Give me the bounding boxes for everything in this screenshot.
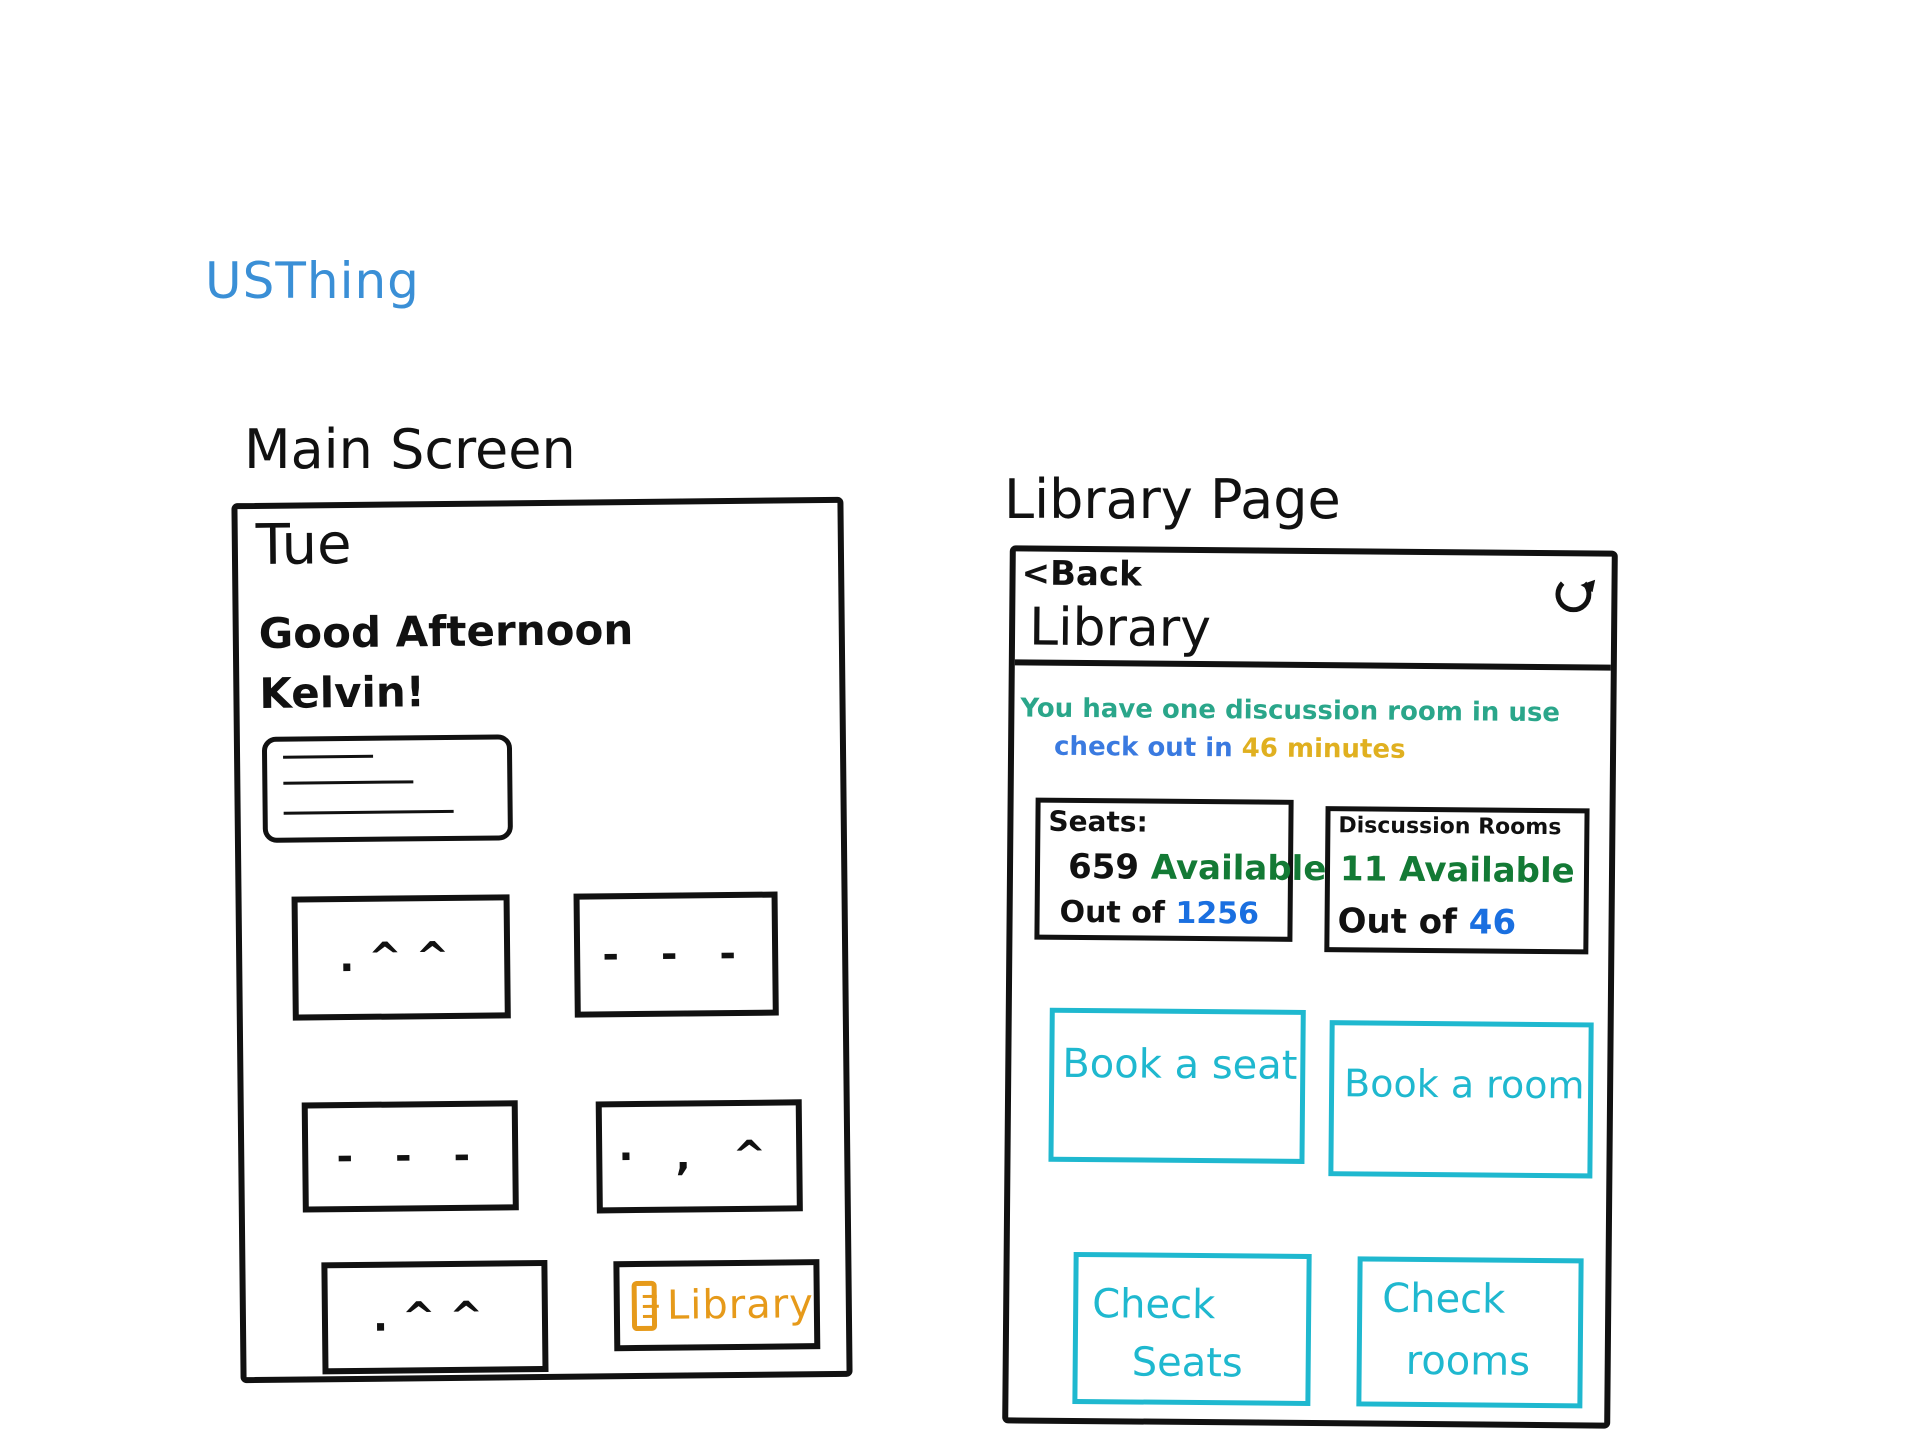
feature-tile-3[interactable]: - - -: [301, 1100, 519, 1213]
feature-tile-4[interactable]: · , ^: [595, 1099, 803, 1214]
check-rooms-line-2: rooms: [1405, 1337, 1531, 1385]
book-seat-label: Book a seat: [1062, 1040, 1298, 1089]
main-screen-title: Main Screen: [244, 418, 576, 481]
rooms-out-of: Out of: [1337, 901, 1458, 943]
rooms-label: Discussion Rooms: [1338, 813, 1562, 841]
rooms-available-count: 11: [1339, 849, 1388, 890]
rooms-stat-card: Discussion Rooms 11 Available Out of 46: [1324, 806, 1590, 955]
main-screen-frame: Tue Good Afternoon Kelvin! .^^ - - - - -…: [231, 496, 853, 1384]
check-seats-button[interactable]: Check Seats: [1072, 1251, 1312, 1407]
book-room-button[interactable]: Book a room: [1328, 1020, 1594, 1179]
room-in-use-message: You have one discussion room in use: [1020, 693, 1561, 729]
library-page-title: Library Page: [1004, 468, 1341, 531]
day-label: Tue: [255, 511, 352, 578]
refresh-icon[interactable]: [1555, 576, 1592, 613]
book-icon: [631, 1280, 659, 1332]
check-seats-line-2: Seats: [1131, 1339, 1243, 1387]
library-heading: Library: [1028, 597, 1212, 660]
rooms-available: 11 Available: [1340, 849, 1575, 891]
check-rooms-button[interactable]: Check rooms: [1356, 1256, 1584, 1409]
book-seat-button[interactable]: Book a seat: [1048, 1007, 1306, 1164]
seats-total: Out of 1256: [1059, 895, 1259, 932]
library-tile-label: Library: [666, 1281, 815, 1329]
library-tile[interactable]: Library: [613, 1259, 821, 1352]
check-rooms-line-1: Check: [1382, 1275, 1506, 1323]
rooms-available-word: Available: [1399, 849, 1575, 892]
book-room-label: Book a room: [1343, 1061, 1585, 1108]
seats-out-of: Out of: [1059, 894, 1166, 931]
checkout-minutes: 46 minutes: [1241, 733, 1406, 765]
rooms-total: Out of 46: [1337, 901, 1516, 943]
seats-label: Seats:: [1048, 804, 1148, 839]
seats-available-count: 659: [1067, 846, 1140, 888]
seats-available-word: Available: [1150, 847, 1327, 890]
greeting-line-2: Kelvin!: [259, 667, 426, 718]
app-title: USThing: [205, 252, 420, 310]
checkout-prefix: check out in: [1053, 731, 1233, 764]
feature-tile-1[interactable]: .^^: [291, 894, 511, 1021]
seats-available: 659 Available: [1068, 847, 1327, 889]
library-page-frame: <Back Library You have one discussion ro…: [1002, 545, 1618, 1429]
seats-stat-card: Seats: 659 Available Out of 1256: [1034, 797, 1327, 942]
notification-card[interactable]: [261, 734, 513, 843]
back-button[interactable]: <Back: [1021, 553, 1141, 594]
greeting-line-1: Good Afternoon: [258, 605, 634, 658]
header-divider: [1014, 659, 1611, 671]
feature-tile-5[interactable]: .^^: [321, 1259, 549, 1375]
feature-tile-2[interactable]: - - -: [573, 891, 779, 1018]
check-seats-line-1: Check: [1092, 1281, 1216, 1329]
seats-total-count: 1256: [1175, 895, 1260, 932]
rooms-total-count: 46: [1468, 902, 1517, 943]
checkout-message: check out in 46 minutes: [1054, 732, 1406, 765]
